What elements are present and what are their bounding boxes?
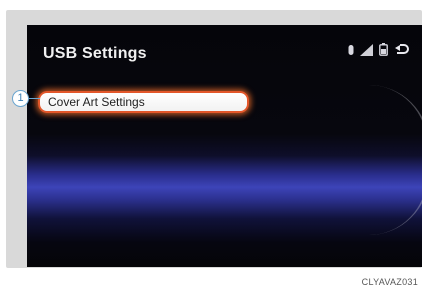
bluetooth-icon xyxy=(348,43,354,61)
manual-figure: USB Settings Cover Art Settings 1 CLYAVA… xyxy=(0,0,422,291)
menu-item-label: Cover Art Settings xyxy=(48,95,145,109)
scroll-arc-decoration xyxy=(367,85,422,235)
usb-settings-screen: USB Settings Cover Art Settings xyxy=(27,25,422,267)
menu-item-cover-art-settings[interactable]: Cover Art Settings xyxy=(38,91,249,113)
callout-marker: 1 xyxy=(12,90,29,107)
status-bar xyxy=(348,43,410,61)
figure-code: CLYAVAZ031 xyxy=(361,277,418,287)
page-title: USB Settings xyxy=(43,45,147,62)
callout-leader-line xyxy=(28,98,40,99)
battery-icon xyxy=(379,43,388,61)
back-icon[interactable] xyxy=(394,43,410,62)
signal-strength-icon xyxy=(360,43,373,61)
